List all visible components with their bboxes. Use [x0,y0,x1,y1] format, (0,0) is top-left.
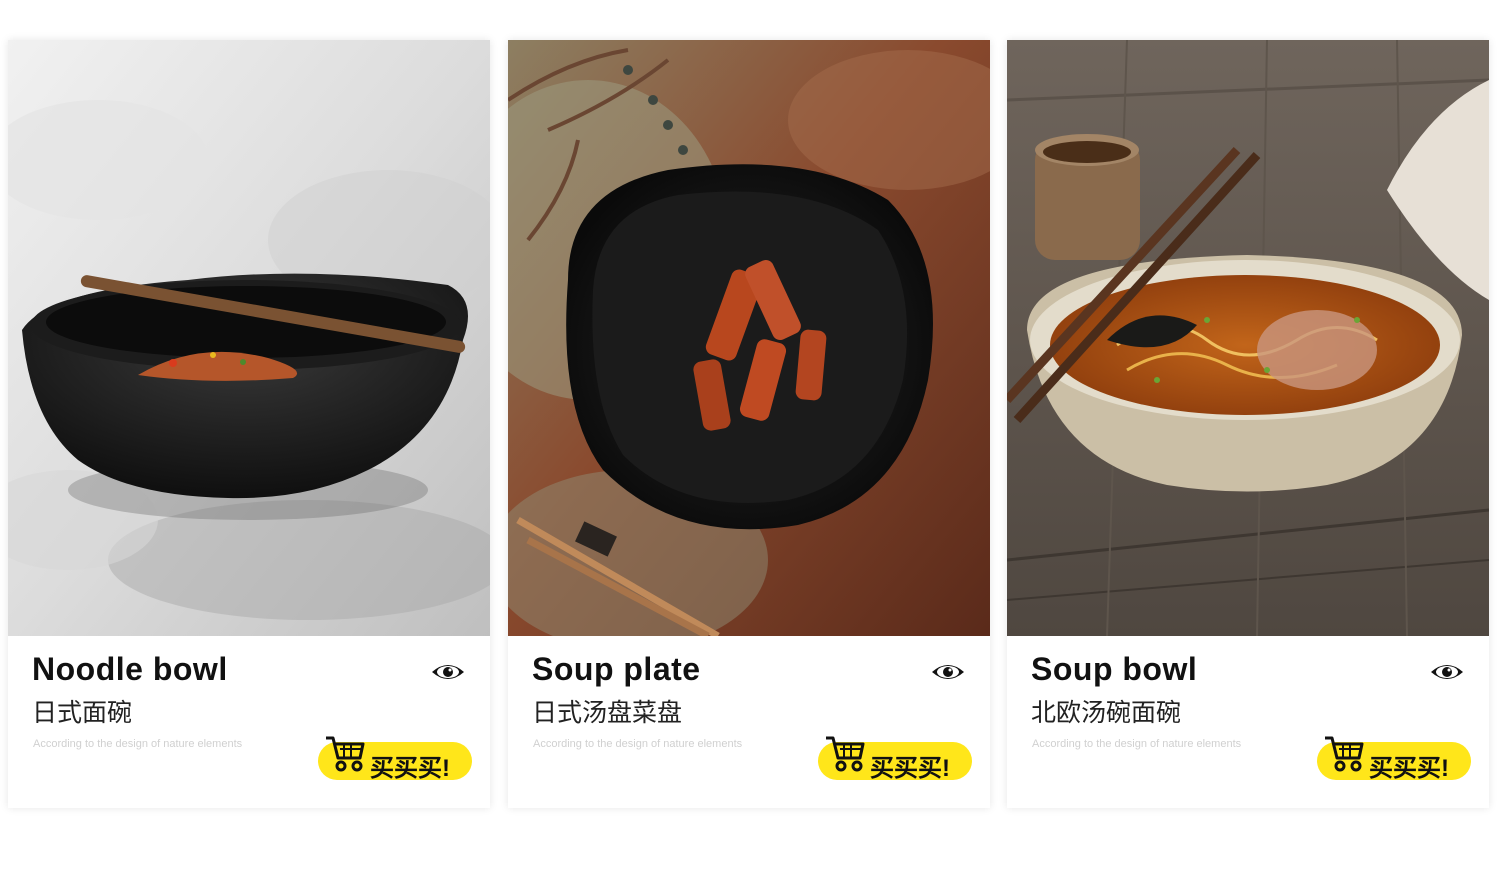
product-subtitle: 日式面碗 [32,699,133,727]
product-card[interactable]: Soup bowl 北欧汤碗面碗 According to the design… [1007,40,1489,808]
buy-button-label: 买买买! [870,755,950,782]
eye-icon[interactable] [930,660,966,684]
product-subtitle: 北欧汤碗面碗 [1031,699,1182,727]
buy-button[interactable]: 买买买! [1317,736,1473,782]
soup-plate-image [508,40,990,636]
buy-button-label: 买买买! [370,755,450,782]
product-description: According to the design of nature elemen… [533,738,743,750]
noodle-bowl-image [8,40,490,636]
product-description: According to the design of nature elemen… [1032,738,1242,750]
soup-bowl-image [1007,40,1489,636]
eye-icon[interactable] [430,660,466,684]
soup-bowl-photo[interactable] [1007,40,1489,636]
product-title: Noodle bowl [32,651,228,687]
buy-button-label: 买买买! [1369,755,1449,782]
cart-icon [824,732,866,774]
eye-icon[interactable] [1429,660,1465,684]
cart-icon [324,732,366,774]
product-subtitle: 日式汤盘菜盘 [532,699,683,727]
product-description: According to the design of nature elemen… [33,738,243,750]
product-title: Soup bowl [1031,651,1198,687]
buy-button[interactable]: 买买买! [818,736,974,782]
cart-icon [1323,732,1365,774]
product-card[interactable]: Noodle bowl 日式面碗 According to the design… [8,40,490,808]
product-card[interactable]: Soup plate 日式汤盘菜盘 According to the desig… [508,40,990,808]
buy-button[interactable]: 买买买! [318,736,474,782]
product-title: Soup plate [532,651,701,687]
soup-plate-photo[interactable] [508,40,990,636]
noodle-bowl-photo[interactable] [8,40,490,636]
